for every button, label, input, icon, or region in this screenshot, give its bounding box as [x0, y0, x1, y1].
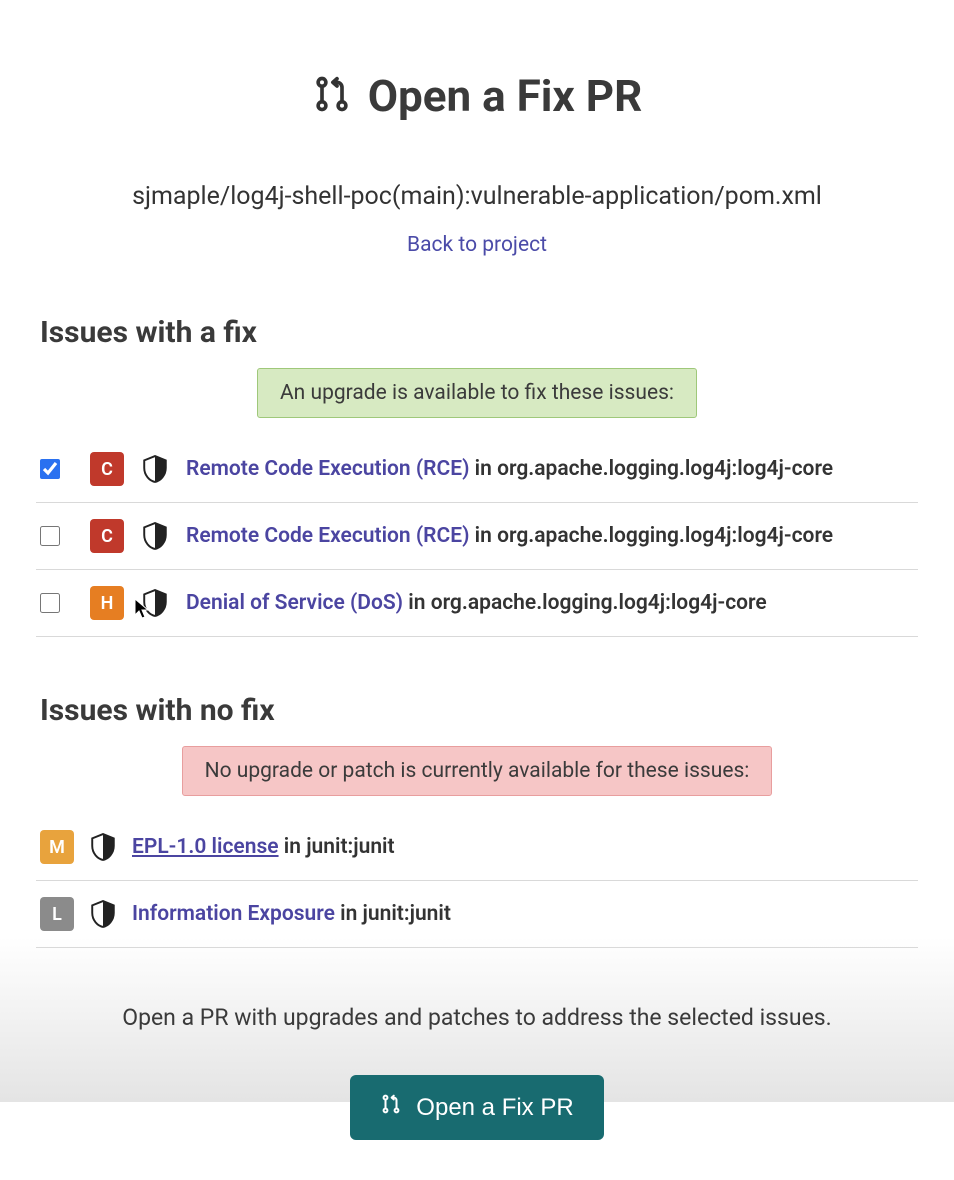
issue-row: C Remote Code Execution (RCE) in org.apa…	[36, 503, 918, 570]
issue-row: C Remote Code Execution (RCE) in org.apa…	[36, 446, 918, 503]
issue-in-label: in org.apache.logging.log4j:log4j-core	[475, 457, 833, 481]
issue-title-link[interactable]: Denial of Service (DoS)	[186, 591, 403, 615]
issue-row: M EPL-1.0 license in junit:junit	[36, 824, 918, 881]
page-title: Open a Fix PR	[368, 70, 643, 122]
severity-badge-high: H	[90, 586, 124, 620]
nofix-issue-list: M EPL-1.0 license in junit:junit L Infor…	[36, 824, 918, 948]
severity-badge-medium: M	[40, 830, 74, 864]
issue-title-link[interactable]: Remote Code Execution (RCE)	[186, 524, 469, 548]
severity-badge-critical: C	[90, 519, 124, 553]
upgrade-available-banner: An upgrade is available to fix these iss…	[257, 368, 697, 418]
issue-in-label: in junit:junit	[340, 902, 451, 926]
no-upgrade-banner: No upgrade or patch is currently availab…	[182, 746, 773, 796]
issue-in-label: in org.apache.logging.log4j:log4j-core	[408, 591, 766, 615]
issue-text: Denial of Service (DoS) in org.apache.lo…	[186, 591, 914, 615]
issue-text: EPL-1.0 license in junit:junit	[132, 835, 914, 859]
pull-request-icon	[312, 74, 352, 118]
shield-icon	[142, 455, 168, 483]
issues-no-fix-section: Issues with no fix No upgrade or patch i…	[36, 693, 918, 948]
section-heading-with-fix: Issues with a fix	[36, 315, 918, 350]
section-heading-no-fix: Issues with no fix	[36, 693, 918, 728]
issue-title-link[interactable]: Remote Code Execution (RCE)	[186, 457, 469, 481]
issue-row: L Information Exposure in junit:junit	[36, 881, 918, 948]
issue-checkbox[interactable]	[40, 526, 60, 546]
issue-title-link[interactable]: Information Exposure	[132, 902, 335, 926]
severity-badge-low: L	[40, 897, 74, 931]
issues-with-fix-section: Issues with a fix An upgrade is availabl…	[36, 315, 918, 637]
severity-badge-critical: C	[90, 452, 124, 486]
shield-icon	[142, 522, 168, 550]
issue-text: Remote Code Execution (RCE) in org.apach…	[186, 457, 914, 481]
page-title-row: Open a Fix PR	[36, 70, 918, 122]
back-to-project-link[interactable]: Back to project	[36, 233, 918, 257]
issue-text: Information Exposure in junit:junit	[132, 902, 914, 926]
open-fix-pr-button[interactable]: Open a Fix PR	[350, 1075, 603, 1140]
issue-in-label: in junit:junit	[284, 835, 395, 859]
shield-icon	[90, 833, 116, 861]
issue-row: H Denial of Service (DoS) in org.apache.…	[36, 570, 918, 637]
helper-text: Open a PR with upgrades and patches to a…	[36, 1004, 918, 1031]
issue-text: Remote Code Execution (RCE) in org.apach…	[186, 524, 914, 548]
issue-checkbox[interactable]	[40, 459, 60, 479]
fixable-issue-list: C Remote Code Execution (RCE) in org.apa…	[36, 446, 918, 637]
shield-icon	[90, 900, 116, 928]
issue-checkbox[interactable]	[40, 593, 60, 613]
issue-in-label: in org.apache.logging.log4j:log4j-core	[475, 524, 833, 548]
open-fix-pr-label: Open a Fix PR	[416, 1094, 573, 1122]
issue-title-link[interactable]: EPL-1.0 license	[132, 835, 279, 859]
breadcrumb: sjmaple/log4j-shell-poc(main):vulnerable…	[36, 182, 918, 211]
pull-request-icon	[380, 1093, 402, 1122]
shield-icon	[142, 589, 168, 617]
